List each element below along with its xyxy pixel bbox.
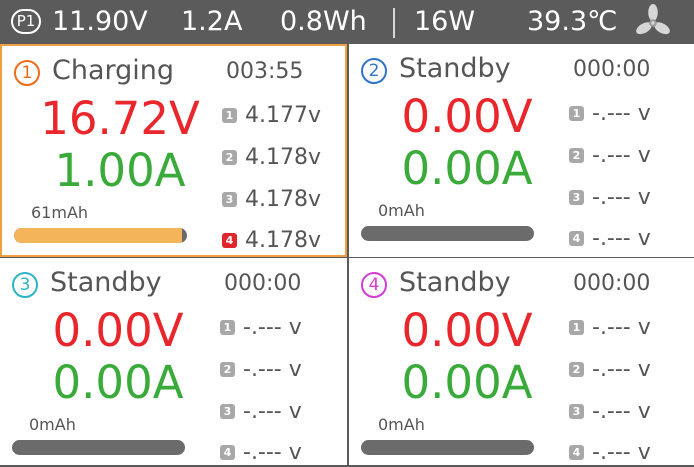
channel-number-badge: 2 <box>361 58 387 84</box>
channel-timer: 000:00 <box>573 57 651 82</box>
channel-current: 0.00A <box>401 356 533 409</box>
cell-voltage-value: -.--- v <box>592 226 651 251</box>
channel-progress-bar <box>361 440 534 455</box>
cell-voltage-value: 4.178v <box>245 145 322 170</box>
channel-current: 0.00A <box>401 142 533 195</box>
channel-status: Charging <box>52 55 175 86</box>
cell-voltage-value: -.--- v <box>592 440 651 465</box>
channel-number-badge: 3 <box>12 272 38 298</box>
cell-index-badge: 4 <box>222 233 237 248</box>
program-badge[interactable]: P1 <box>11 9 41 34</box>
temperature-readout: 39.3℃ <box>527 6 618 37</box>
cell-index-badge: 2 <box>569 362 584 377</box>
power-readout: 16W <box>414 6 476 37</box>
channel-progress-bar <box>12 440 185 455</box>
channel-status: Standby <box>50 267 162 298</box>
cell-index-badge: 2 <box>569 148 584 163</box>
channel-status: Standby <box>399 53 511 84</box>
input-current: 1.2A <box>181 6 243 37</box>
cell-voltage-value: -.--- v <box>592 143 651 168</box>
channel-3-panel[interactable]: 3 Standby 000:00 0.00V 0.00A 0mAh 1 -.--… <box>0 258 347 465</box>
channel-status: Standby <box>399 267 511 298</box>
channel-number-badge: 1 <box>14 60 40 86</box>
cell-index-badge: 1 <box>569 320 584 335</box>
cell-index-badge: 1 <box>222 108 237 123</box>
cell-voltage-value: -.--- v <box>243 357 302 382</box>
channel-capacity: 0mAh <box>378 415 425 434</box>
cell-voltage-value: 4.177v <box>245 103 322 128</box>
channel-timer: 000:00 <box>224 271 302 296</box>
channel-voltage: 0.00V <box>401 304 533 357</box>
channel-capacity: 0mAh <box>29 415 76 434</box>
cell-voltage-value: -.--- v <box>592 357 651 382</box>
cell-index-badge: 3 <box>220 404 235 419</box>
channel-current: 0.00A <box>52 356 184 409</box>
header-divider <box>393 8 395 38</box>
energy-readout: 0.8Wh <box>280 6 367 37</box>
input-voltage: 11.90V <box>52 6 148 37</box>
cell-index-badge: 3 <box>569 190 584 205</box>
cell-voltage-value: -.--- v <box>243 440 302 465</box>
cell-index-badge: 4 <box>220 445 235 460</box>
channel-current: 1.00A <box>54 144 186 197</box>
channel-voltage: 0.00V <box>401 90 533 143</box>
cell-index-badge: 4 <box>569 231 584 246</box>
progress-fill <box>14 228 182 243</box>
channel-2-panel[interactable]: 2 Standby 000:00 0.00V 0.00A 0mAh 1 -.--… <box>349 44 694 257</box>
channel-timer: 003:55 <box>226 59 304 84</box>
channel-capacity: 61mAh <box>31 203 89 222</box>
cell-voltage-value: 4.178v <box>245 187 322 212</box>
cell-voltage-value: -.--- v <box>592 399 651 424</box>
channel-1-panel[interactable]: 1 Charging 003:55 16.72V 1.00A 61mAh 1 4… <box>0 44 347 257</box>
cell-index-badge: 3 <box>569 404 584 419</box>
cell-index-badge: 1 <box>569 106 584 121</box>
cell-voltage-value: -.--- v <box>592 101 651 126</box>
channel-progress-bar <box>361 226 534 241</box>
cell-voltage-value: -.--- v <box>592 315 651 340</box>
fan-icon <box>636 4 670 35</box>
cell-index-badge: 2 <box>222 150 237 165</box>
channel-voltage: 16.72V <box>40 92 200 145</box>
cell-index-badge: 2 <box>220 362 235 377</box>
cell-voltage-value: 4.178v <box>245 228 322 253</box>
channel-4-panel[interactable]: 4 Standby 000:00 0.00V 0.00A 0mAh 1 -.--… <box>349 258 694 465</box>
channel-capacity: 0mAh <box>378 201 425 220</box>
channel-voltage: 0.00V <box>52 304 184 357</box>
status-bar: P1 11.90V 1.2A 0.8Wh 16W 39.3℃ <box>0 0 694 44</box>
channel-number-badge: 4 <box>361 272 387 298</box>
cell-voltage-value: -.--- v <box>243 315 302 340</box>
cell-voltage-value: -.--- v <box>243 399 302 424</box>
cell-index-badge: 4 <box>569 445 584 460</box>
channel-timer: 000:00 <box>573 271 651 296</box>
channel-progress-bar <box>14 228 187 243</box>
cell-index-badge: 1 <box>220 320 235 335</box>
cell-voltage-value: -.--- v <box>592 185 651 210</box>
charger-screen: P1 11.90V 1.2A 0.8Wh 16W 39.3℃ 1 Chargin… <box>0 0 694 465</box>
cell-index-badge: 3 <box>222 192 237 207</box>
